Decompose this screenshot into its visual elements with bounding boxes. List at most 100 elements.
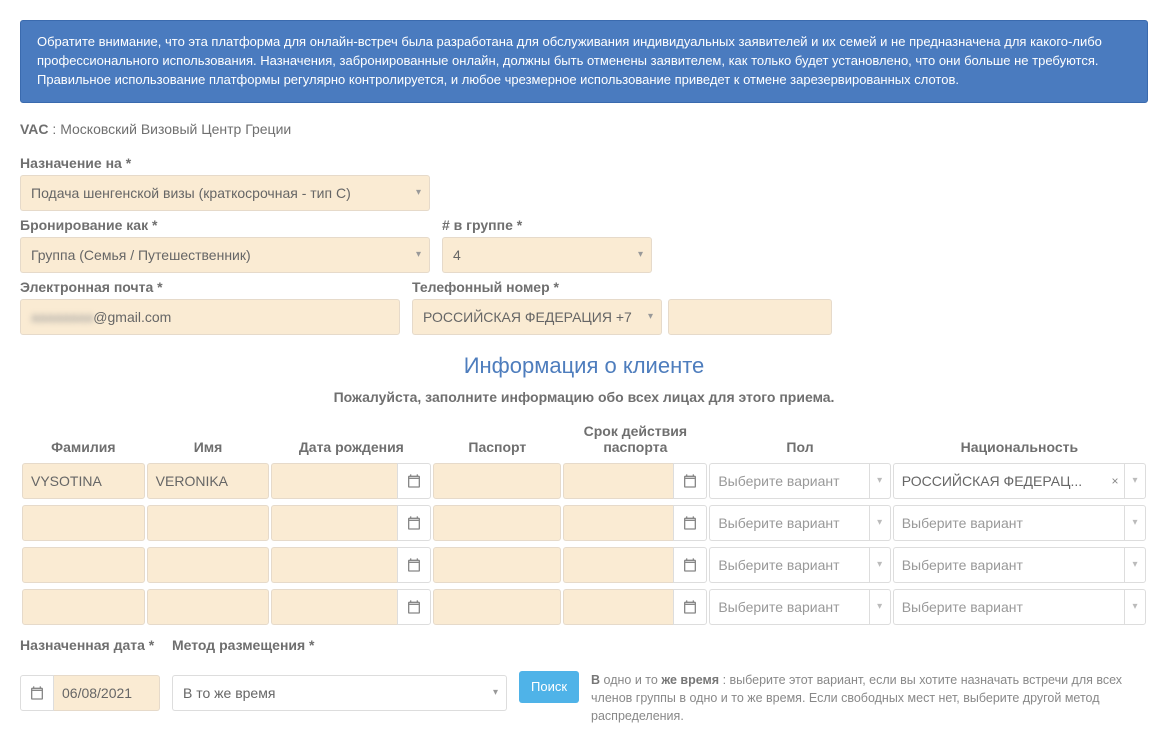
lastname-field[interactable] [22,505,145,541]
table-row: VYSOTINAVERONIKAВыберите вариант▾РОССИЙС… [22,463,1146,499]
calendar-icon [29,685,45,701]
dob-field[interactable] [271,547,397,583]
calendar-button[interactable] [673,589,707,625]
calendar-icon [682,599,698,615]
select-group-count[interactable]: 4 ▾ [442,237,652,273]
email-value: @gmail.com [93,309,171,325]
calendar-icon [406,557,422,573]
chevron-down-icon: ▾ [869,505,891,541]
select-appointment-for[interactable]: Подача шенгенской визы (краткосрочная - … [20,175,430,211]
nationality-value: Выберите вариант [893,547,1124,583]
calendar-icon [406,599,422,615]
calendar-button[interactable] [397,589,431,625]
clear-icon[interactable]: × [1106,463,1124,499]
select-phone-country[interactable]: РОССИЙСКАЯ ФЕДЕРАЦИЯ +7 ▾ [412,299,662,335]
passport-field[interactable] [433,463,561,499]
firstname-field[interactable]: VERONIKA [147,463,270,499]
firstname-field[interactable] [147,589,270,625]
section-subtitle: Пожалуйста, заполните информацию обо все… [20,389,1148,405]
nationality-value: Выберите вариант [893,505,1124,541]
email-field[interactable]: aaaaaaaa @gmail.com [20,299,400,335]
phone-number-field[interactable] [668,299,832,335]
passport-exp-field[interactable] [563,589,673,625]
lastname-field[interactable]: VYSOTINA [22,463,145,499]
gender-value: Выберите вариант [709,463,868,499]
passport-field[interactable] [433,505,561,541]
calendar-button[interactable] [673,463,707,499]
chevron-down-icon: ▾ [408,237,430,273]
label-booking-as: Бронирование как * [20,217,430,233]
calendar-button[interactable] [397,547,431,583]
chevron-down-icon: ▾ [1124,589,1146,625]
help-mid1: одно и то [600,673,661,687]
select-booking-as[interactable]: Группа (Семья / Путешественник) ▾ [20,237,430,273]
th-nationality: Национальность [893,423,1146,457]
label-phone: Телефонный номер * [412,279,832,295]
chevron-down-icon: ▾ [1124,505,1146,541]
calendar-button[interactable] [20,675,54,711]
passport-exp-field[interactable] [563,505,673,541]
help-bold2: же время [661,673,719,687]
search-button[interactable]: Поиск [519,671,579,703]
chevron-down-icon: ▾ [1124,547,1146,583]
table-row: Выберите вариант▾Выберите вариант▾ [22,505,1146,541]
nationality-select[interactable]: Выберите вариант▾ [893,589,1146,625]
email-blurred-part: aaaaaaaa [31,309,93,325]
gender-value: Выберите вариант [709,589,868,625]
info-alert: Обратите внимание, что эта платформа для… [20,20,1148,103]
label-appointment-for: Назначение на * [20,155,430,171]
th-lastname: Фамилия [22,423,145,457]
chevron-down-icon: ▾ [485,675,507,711]
lastname-field[interactable] [22,547,145,583]
chevron-down-icon: ▾ [869,589,891,625]
gender-select[interactable]: Выберите вариант▾ [709,547,890,583]
passport-exp-field[interactable] [563,547,673,583]
calendar-icon [406,515,422,531]
chevron-down-icon: ▾ [869,463,891,499]
gender-select[interactable]: Выберите вариант▾ [709,505,890,541]
calendar-button[interactable] [673,505,707,541]
firstname-field[interactable] [147,505,270,541]
chevron-down-icon: ▾ [869,547,891,583]
section-title: Информация о клиенте [20,353,1148,379]
select-allocation-method-value: В то же время [172,675,485,711]
clients-table: Фамилия Имя Дата рождения Паспорт Срок д… [20,417,1148,631]
dob-field[interactable] [271,589,397,625]
gender-value: Выберите вариант [709,547,868,583]
vac-label: VAC [20,121,49,137]
appointed-date-field[interactable]: 06/08/2021 [54,675,160,711]
select-phone-country-value: РОССИЙСКАЯ ФЕДЕРАЦИЯ +7 [412,299,640,335]
dob-field[interactable] [271,505,397,541]
passport-field[interactable] [433,589,561,625]
gender-select[interactable]: Выберите вариант▾ [709,589,890,625]
nationality-select[interactable]: Выберите вариант▾ [893,505,1146,541]
label-allocation-method: Метод размещения * [172,637,507,671]
calendar-icon [406,473,422,489]
select-group-count-value: 4 [442,237,630,273]
label-appointed-date: Назначенная дата * [20,637,160,671]
dob-field[interactable] [271,463,397,499]
calendar-icon [682,557,698,573]
passport-exp-field[interactable] [563,463,673,499]
label-email: Электронная почта * [20,279,400,295]
firstname-field[interactable] [147,547,270,583]
select-appointment-for-value: Подача шенгенской визы (краткосрочная - … [20,175,408,211]
vac-line: VAC : Московский Визовый Центр Греции [20,121,1148,137]
chevron-down-icon: ▾ [1124,463,1146,499]
nationality-select[interactable]: Выберите вариант▾ [893,547,1146,583]
passport-field[interactable] [433,547,561,583]
th-firstname: Имя [147,423,270,457]
lastname-field[interactable] [22,589,145,625]
calendar-button[interactable] [673,547,707,583]
th-dob: Дата рождения [271,423,431,457]
gender-value: Выберите вариант [709,505,868,541]
table-row: Выберите вариант▾Выберите вариант▾ [22,589,1146,625]
gender-select[interactable]: Выберите вариант▾ [709,463,890,499]
nationality-select[interactable]: РОССИЙСКАЯ ФЕДЕРАЦ...×▾ [893,463,1146,499]
chevron-down-icon: ▾ [630,237,652,273]
chevron-down-icon: ▾ [408,175,430,211]
select-allocation-method[interactable]: В то же время ▾ [172,675,507,711]
calendar-button[interactable] [397,463,431,499]
nationality-value: РОССИЙСКАЯ ФЕДЕРАЦ... [893,463,1106,499]
calendar-button[interactable] [397,505,431,541]
